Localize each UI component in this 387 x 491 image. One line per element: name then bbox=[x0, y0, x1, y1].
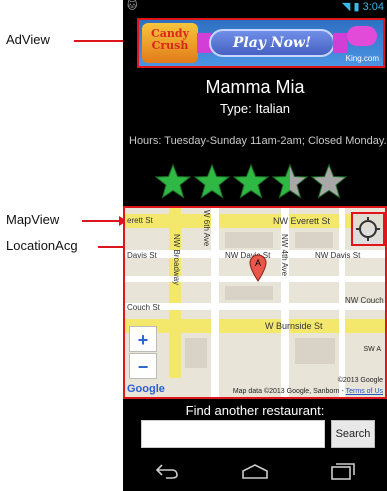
search-input[interactable] bbox=[141, 420, 325, 448]
rating-bar[interactable] bbox=[154, 163, 348, 201]
status-bar: 🐱 ◥ ▮ 3:04 bbox=[123, 0, 387, 14]
street-label: NW Davis St bbox=[315, 251, 361, 260]
map-credit-text: Map data ©2013 Google, Sanborn - bbox=[232, 388, 344, 395]
map-building bbox=[295, 232, 333, 248]
candy-wrapper-right bbox=[333, 33, 347, 53]
ad-site: King.com bbox=[345, 54, 379, 63]
map-building bbox=[295, 338, 335, 364]
home-icon[interactable] bbox=[241, 463, 269, 484]
map-copyright: ©2013 Google bbox=[337, 377, 383, 384]
phone-screen: 🐱 ◥ ▮ 3:04 Candy Crush Play Now! King.co… bbox=[123, 0, 387, 491]
star-icon[interactable] bbox=[154, 163, 192, 200]
street-label: Couch St bbox=[127, 303, 160, 312]
my-location-button[interactable] bbox=[351, 212, 385, 246]
back-icon[interactable] bbox=[154, 463, 180, 484]
map-building bbox=[185, 338, 207, 368]
street-label: NW Everett St bbox=[273, 216, 331, 226]
restaurant-hours: Hours: Tuesday-Sunday 11am-2am; Closed M… bbox=[129, 135, 387, 147]
ad-brand-logo: Candy Crush bbox=[142, 23, 198, 63]
zoom-in-button[interactable]: + bbox=[129, 326, 157, 352]
battery-icon: ▮ bbox=[353, 1, 360, 13]
street-label: erett St bbox=[127, 216, 153, 225]
street-label: SW A bbox=[363, 346, 381, 353]
restaurant-type: Type: Italian bbox=[219, 101, 291, 116]
arrow-mapview bbox=[82, 216, 127, 226]
street-label: NW Couch St bbox=[345, 296, 385, 305]
annotation-location: LocationAcg bbox=[6, 238, 78, 253]
star-icon[interactable] bbox=[310, 163, 348, 200]
star-icon[interactable] bbox=[232, 163, 270, 200]
street-label: Davis St bbox=[127, 251, 157, 260]
map-pin-icon: A bbox=[249, 254, 267, 282]
street-label: W Burnside St bbox=[265, 321, 323, 331]
status-time: 3:04 bbox=[362, 1, 384, 13]
annotation-adview: AdView bbox=[6, 32, 50, 47]
street-label: W 6th Ave bbox=[202, 210, 211, 247]
zoom-out-button[interactable]: − bbox=[129, 353, 157, 379]
ad-banner[interactable]: Candy Crush Play Now! King.com bbox=[137, 18, 385, 68]
marker-letter: A bbox=[255, 258, 261, 268]
map-building bbox=[225, 232, 273, 248]
search-heading: Find another restaurant: bbox=[185, 403, 325, 418]
navigation-bar bbox=[123, 455, 387, 491]
street-label: NW 4th Ave bbox=[280, 234, 289, 277]
road-burnside bbox=[125, 319, 385, 333]
recent-apps-icon[interactable] bbox=[330, 462, 356, 485]
google-logo: Google bbox=[127, 383, 165, 395]
candy-decoration bbox=[347, 26, 377, 46]
star-icon[interactable] bbox=[271, 163, 309, 200]
map-building bbox=[225, 286, 273, 300]
crosshair-icon bbox=[356, 217, 380, 241]
map-marker[interactable]: A bbox=[249, 254, 267, 287]
arrow-adview bbox=[74, 36, 131, 46]
restaurant-name: Mamma Mia bbox=[205, 77, 305, 97]
terms-link[interactable]: Terms of Us bbox=[346, 388, 383, 395]
map-credit: Map data ©2013 Google, Sanborn - Terms o… bbox=[233, 388, 383, 395]
road-everett bbox=[125, 214, 385, 228]
star-icon[interactable] bbox=[193, 163, 231, 200]
search-button[interactable]: Search bbox=[331, 420, 375, 448]
wifi-icon: ◥ bbox=[341, 1, 351, 13]
road-6th bbox=[211, 208, 219, 397]
notification-cat-icon: 🐱 bbox=[127, 1, 138, 12]
street-label: NW Broadway bbox=[172, 234, 181, 286]
annotation-mapview: MapView bbox=[6, 212, 60, 227]
map-view[interactable]: erett St NW Everett St Davis St NW Davis… bbox=[123, 206, 387, 399]
ad-play-button[interactable]: Play Now! bbox=[209, 29, 335, 57]
